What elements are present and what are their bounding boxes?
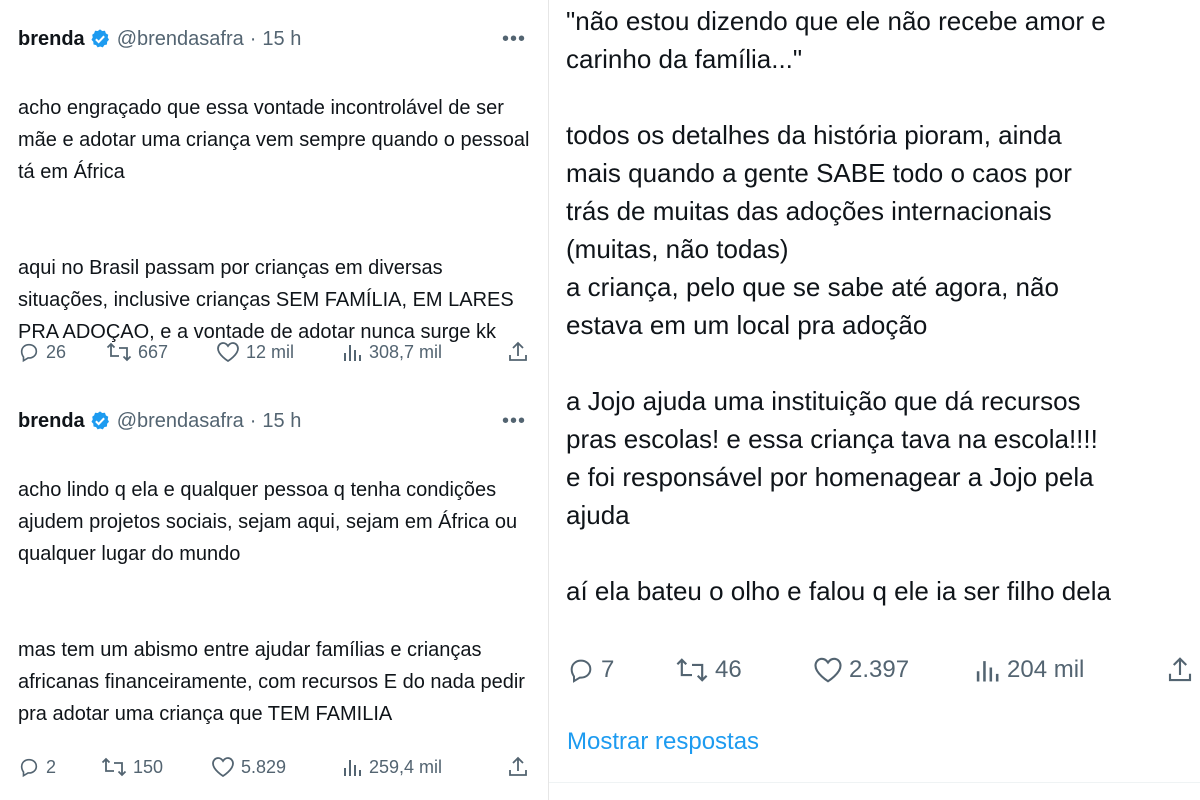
reply-icon: [20, 758, 38, 778]
retweet-icon: [676, 658, 708, 682]
reply-count: 26: [46, 341, 67, 362]
handle[interactable]: @brendasafra: [117, 28, 244, 51]
share-button[interactable]: [1165, 655, 1197, 685]
like-button[interactable]: 5.829: [211, 756, 341, 778]
share-button[interactable]: [506, 755, 530, 779]
retweet-count: 46: [715, 656, 742, 683]
like-icon: [217, 342, 239, 363]
retweet-count: 667: [138, 341, 169, 362]
retweet-icon: [106, 342, 132, 362]
views-icon: [344, 345, 361, 361]
more-icon[interactable]: •••: [502, 28, 530, 51]
dot-separator: ·: [249, 27, 257, 50]
tweet-paragraph: aqui no Brasil passam por crianças em di…: [18, 257, 514, 343]
right-panel: "não estou dizendo que ele não recebe am…: [548, 0, 1200, 800]
tweet-line: ajuda: [566, 500, 630, 530]
share-icon: [509, 341, 527, 361]
reply-button[interactable]: 7: [567, 656, 675, 684]
right-tweet-body: "não estou dizendo que ele não recebe am…: [566, 2, 1196, 610]
views-button[interactable]: 204 mil: [973, 656, 1143, 684]
timestamp[interactable]: 15 h: [262, 410, 301, 433]
tweet-line: mais quando a gente SABE todo o caos por: [566, 158, 1072, 188]
reply-count: 7: [601, 656, 615, 683]
share-icon: [509, 756, 527, 776]
tweet-header: brenda @brendasafra · 15 h •••: [18, 24, 530, 54]
views-count: 204 mil: [1007, 656, 1085, 683]
more-icon[interactable]: •••: [502, 410, 530, 433]
views-button[interactable]: 259,4 mil: [341, 756, 496, 778]
tweet-line: a criança, pelo que se sabe até agora, n…: [566, 272, 1059, 302]
show-replies-link[interactable]: Mostrar respostas: [567, 728, 759, 756]
reply-icon: [20, 343, 38, 363]
retweet-count: 150: [133, 756, 164, 777]
timestamp[interactable]: 15 h: [262, 28, 301, 51]
tweet-line: todos os detalhes da história pioram, ai…: [566, 120, 1062, 150]
tweet-line: (muitas, não todas): [566, 234, 789, 264]
verified-icon: [89, 410, 111, 432]
share-icon: [1168, 657, 1192, 682]
views-button[interactable]: 308,7 mil: [341, 341, 496, 363]
retweet-button[interactable]: 667: [106, 341, 216, 363]
like-count: 5.829: [241, 756, 287, 777]
left-panel: brenda @brendasafra · 15 h ••• acho engr…: [0, 0, 548, 800]
tweet-line: "não estou dizendo que ele não recebe am…: [566, 6, 1106, 36]
tweet-paragraph: acho engraçado que essa vontade incontro…: [18, 97, 530, 183]
like-button[interactable]: 12 mil: [216, 341, 341, 363]
tweet-paragraph: acho lindo q ela e qualquer pessoa q ten…: [18, 479, 518, 565]
dot-separator: ·: [249, 409, 257, 432]
tweet-line: carinho da família...": [566, 44, 803, 74]
tweet-2-actions: 2 150 5.829 259,4 mil: [18, 752, 530, 782]
share-button[interactable]: [506, 340, 530, 364]
reply-count: 2: [46, 756, 57, 777]
tweet-body: acho engraçado que essa vontade incontro…: [18, 60, 530, 380]
tweet-line: estava em um local pra adoção: [566, 310, 928, 340]
retweet-button[interactable]: 150: [101, 756, 211, 778]
reply-button[interactable]: 2: [18, 756, 101, 778]
like-count: 2.397: [849, 656, 910, 683]
tweet-line: e foi responsável por homenagear a Jojo …: [566, 462, 1094, 492]
handle[interactable]: @brendasafra: [117, 410, 244, 433]
retweet-icon: [101, 757, 127, 777]
views-icon: [976, 661, 999, 682]
tweet-line: a Jojo ajuda uma instituição que dá recu…: [566, 386, 1081, 416]
like-icon: [212, 757, 234, 778]
tweet-line: pras escolas! e essa criança tava na esc…: [566, 424, 1098, 454]
reply-button[interactable]: 26: [18, 341, 106, 363]
author-name[interactable]: brenda: [18, 410, 85, 433]
right-tweet-actions: 7 46 2.397 204 mil: [567, 650, 1197, 690]
tweet-1-actions: 26 667 12 mil 308,7 mil: [18, 337, 530, 367]
tweet-header: brenda @brendasafra · 15 h •••: [18, 406, 530, 436]
like-icon: [814, 657, 842, 683]
tweet-paragraph: mas tem um abismo entre ajudar famílias …: [18, 639, 525, 725]
reply-icon: [570, 659, 592, 683]
tweet-line: trás de muitas das adoções internacionai…: [566, 196, 1052, 226]
views-icon: [344, 760, 361, 776]
tweet-line: aí ela bateu o olho e falou q ele ia ser…: [566, 576, 1111, 606]
tweet-1[interactable]: brenda @brendasafra · 15 h ••• acho engr…: [18, 24, 530, 380]
divider: [549, 782, 1200, 783]
like-count: 12 mil: [246, 341, 295, 362]
author-name[interactable]: brenda: [18, 28, 85, 51]
tweet-body: acho lindo q ela e qualquer pessoa q ten…: [18, 442, 530, 762]
retweet-button[interactable]: 46: [675, 656, 813, 684]
like-button[interactable]: 2.397: [813, 656, 973, 684]
views-count: 308,7 mil: [369, 341, 443, 362]
tweet-2[interactable]: brenda @brendasafra · 15 h ••• acho lind…: [18, 406, 530, 762]
views-count: 259,4 mil: [369, 756, 443, 777]
verified-icon: [89, 28, 111, 50]
